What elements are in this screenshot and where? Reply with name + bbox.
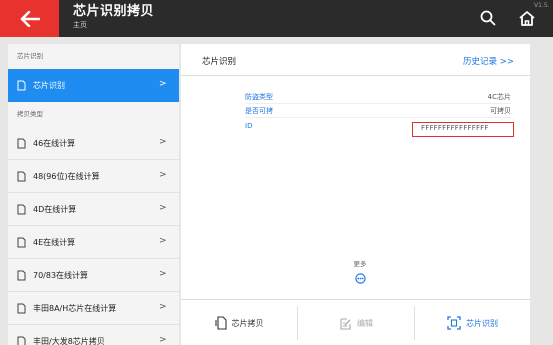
edit-icon xyxy=(340,317,351,330)
chevron-right-icon: > xyxy=(159,137,167,147)
edit-button[interactable]: 编辑 xyxy=(298,300,414,345)
chip-copy-label: 芯片拷贝 xyxy=(231,318,264,328)
version-label: V1.5. xyxy=(534,2,550,9)
sidebar-item-label: 丰田8A/H芯片在线计算 xyxy=(33,303,117,313)
sidebar-item-label: 芯片识别 xyxy=(33,81,65,90)
document-icon xyxy=(17,303,26,313)
document-icon xyxy=(17,138,26,148)
chevron-right-icon: > xyxy=(159,269,167,279)
chip-copy-button[interactable]: 芯片拷贝 xyxy=(181,300,297,345)
chip-identify-button[interactable]: 芯片识别 xyxy=(415,300,530,345)
sidebar-item-label: 48(96位)在线计算 xyxy=(33,171,100,181)
sidebar-item-label: 4E在线计算 xyxy=(33,237,76,247)
chevron-right-icon: > xyxy=(159,170,167,180)
main-panel: 芯片识别 历史记录 >> 防盗类型 4C芯片 是否可拷 可拷贝 ID FFFFF… xyxy=(181,44,530,345)
info-label: 防盗类型 xyxy=(245,93,273,101)
id-value: FFFFFFFFFFFFFFFF xyxy=(421,124,489,132)
sidebar-item-label: 46在线计算 xyxy=(33,138,76,148)
more-label: 更多 xyxy=(353,260,367,268)
document-icon xyxy=(17,80,26,91)
sidebar-item-70-83[interactable]: 70/83在线计算 > xyxy=(8,259,179,292)
chevron-right-icon: > xyxy=(159,79,167,89)
sidebar-item-label: 70/83在线计算 xyxy=(33,270,89,280)
bottom-toolbar: 芯片拷贝 编辑 芯片识别 xyxy=(181,299,530,345)
sidebar-section-label: 芯片识别 xyxy=(17,52,43,60)
sidebar-item-4e[interactable]: 4E在线计算 > xyxy=(8,226,179,259)
document-icon xyxy=(17,237,26,247)
search-icon xyxy=(480,10,496,26)
sidebar-item-48[interactable]: 48(96位)在线计算 > xyxy=(8,160,179,193)
chevron-right-icon: > xyxy=(159,203,167,213)
panel-header: 芯片识别 历史记录 >> xyxy=(181,44,530,76)
chevron-right-icon: > xyxy=(159,335,167,345)
info-row-immobilizer-type: 防盗类型 4C芯片 xyxy=(245,90,511,104)
app-title: 芯片识别拷贝 xyxy=(73,4,155,19)
top-bar: 芯片识别拷贝 主页 V1.5. xyxy=(0,0,553,37)
sidebar-item-label: 4D在线计算 xyxy=(33,204,77,214)
info-row-copyable: 是否可拷 可拷贝 xyxy=(245,104,511,118)
chevron-right-icon: > xyxy=(159,236,167,246)
edit-label: 编辑 xyxy=(357,318,373,328)
more-button[interactable]: 更多 xyxy=(344,260,376,284)
sidebar-section-label: 拷贝类型 xyxy=(17,110,43,118)
sidebar: 芯片识别 芯片识别 > 拷贝类型 46在线计算 > 48(96位)在线计算 > … xyxy=(8,44,179,345)
back-button[interactable] xyxy=(0,0,59,37)
document-icon xyxy=(17,270,26,280)
chip-identify-label: 芯片识别 xyxy=(466,318,498,328)
history-link[interactable]: 历史记录 >> xyxy=(463,55,514,67)
sidebar-item-chip-identify[interactable]: 芯片识别 > xyxy=(8,69,179,102)
info-value: 可拷贝 xyxy=(490,107,511,115)
document-icon xyxy=(17,336,26,345)
info-label: ID xyxy=(245,122,253,130)
document-icon xyxy=(17,204,26,214)
panel-title: 芯片识别 xyxy=(202,57,237,67)
scan-chip-icon xyxy=(447,316,461,330)
row-divider xyxy=(245,117,511,118)
breadcrumb: 主页 xyxy=(73,21,87,29)
sidebar-item-toyota-8a-h[interactable]: 丰田8A/H芯片在线计算 > xyxy=(8,292,179,325)
info-label: 是否可拷 xyxy=(245,107,273,115)
title-block: 芯片识别拷贝 主页 xyxy=(73,3,154,30)
sidebar-item-label: 丰田/大发8芯片拷贝 xyxy=(33,336,105,345)
sidebar-item-4d[interactable]: 4D在线计算 > xyxy=(8,193,179,226)
info-value: 4C芯片 xyxy=(487,93,511,101)
chevron-right-icon: > xyxy=(159,302,167,312)
chip-copy-icon xyxy=(214,316,227,330)
sidebar-item-toyota-daihatsu-8[interactable]: 丰田/大发8芯片拷贝 > xyxy=(8,325,179,345)
search-button[interactable] xyxy=(476,6,500,30)
app-window: 芯片识别拷贝 主页 V1.5. 芯片识别 芯片识别 > 拷贝类型 46在线计算 … xyxy=(0,0,553,345)
home-icon xyxy=(519,10,535,26)
sidebar-item-46[interactable]: 46在线计算 > xyxy=(8,127,179,160)
more-dots-icon xyxy=(354,273,366,284)
arrow-left-icon xyxy=(20,10,40,27)
document-icon xyxy=(17,171,26,181)
